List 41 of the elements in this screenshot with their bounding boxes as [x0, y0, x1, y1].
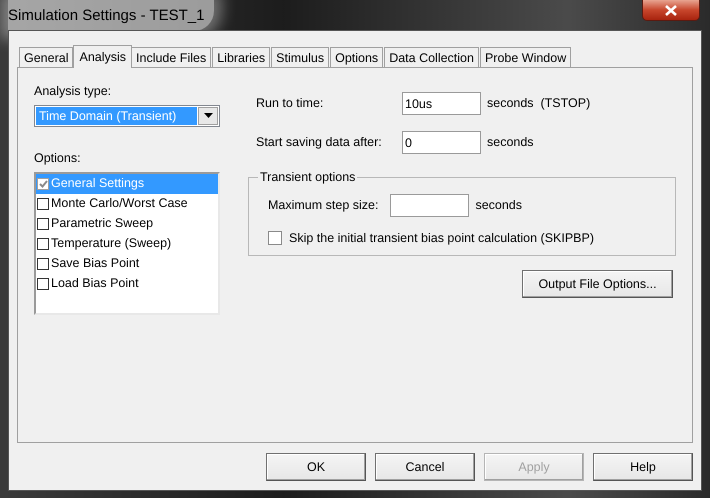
dialog-button[interactable]: Help	[593, 453, 693, 481]
tab[interactable]: Libraries	[212, 47, 270, 67]
checkbox[interactable]	[268, 231, 282, 246]
list-item[interactable]: Save Bias Point	[36, 254, 218, 274]
dropdown-arrow-icon	[204, 113, 212, 118]
tab[interactable]: General	[19, 47, 74, 67]
dialog-button[interactable]: OK	[266, 453, 366, 481]
field-label: Maximum step size:	[268, 197, 378, 214]
unit-label: seconds	[475, 197, 522, 214]
tab[interactable]: Stimulus	[271, 47, 330, 67]
text-field[interactable]: 0	[402, 131, 481, 154]
text-field[interactable]: 10us	[402, 92, 481, 115]
tab[interactable]: Probe Window	[480, 47, 572, 67]
checkbox[interactable]	[37, 238, 49, 250]
unit-label: seconds	[487, 134, 534, 152]
tab[interactable]: Options	[330, 47, 384, 67]
field-label: Start saving data after:	[255, 134, 383, 152]
tab[interactable]: Data Collection	[384, 47, 479, 67]
checkbox[interactable]	[37, 198, 49, 210]
checkbox[interactable]	[37, 278, 49, 290]
tab[interactable]: Include Files	[131, 47, 212, 67]
analysis-type-label: Analysis type:	[34, 83, 112, 100]
output-file-options-button[interactable]: Output File Options...	[522, 270, 673, 298]
options-label: Options:	[34, 150, 81, 167]
list-item[interactable]: Monte Carlo/Worst Case	[36, 194, 218, 214]
check-icon	[38, 180, 48, 188]
checkbox[interactable]	[37, 218, 49, 230]
dialog-button[interactable]: Cancel	[375, 453, 475, 481]
checkbox[interactable]	[37, 258, 49, 270]
group-legend: Transient options	[258, 170, 358, 184]
list-item[interactable]: Load Bias Point	[36, 274, 218, 294]
checkbox-label: Skip the initial transient bias point calculation (SKIPBP)	[289, 230, 594, 247]
field-label: Run to time:	[255, 95, 324, 112]
unit-label: seconds (TSTOP)	[487, 95, 590, 112]
close-button[interactable]	[642, 0, 700, 21]
tab[interactable]: Analysis	[73, 45, 132, 68]
list-item[interactable]: Parametric Sweep	[36, 214, 218, 234]
max-step-field[interactable]	[390, 194, 470, 217]
list-item[interactable]: Temperature (Sweep)	[36, 234, 218, 254]
window-title: Simulation Settings - TEST_1	[8, 0, 214, 30]
close-icon	[664, 4, 678, 16]
